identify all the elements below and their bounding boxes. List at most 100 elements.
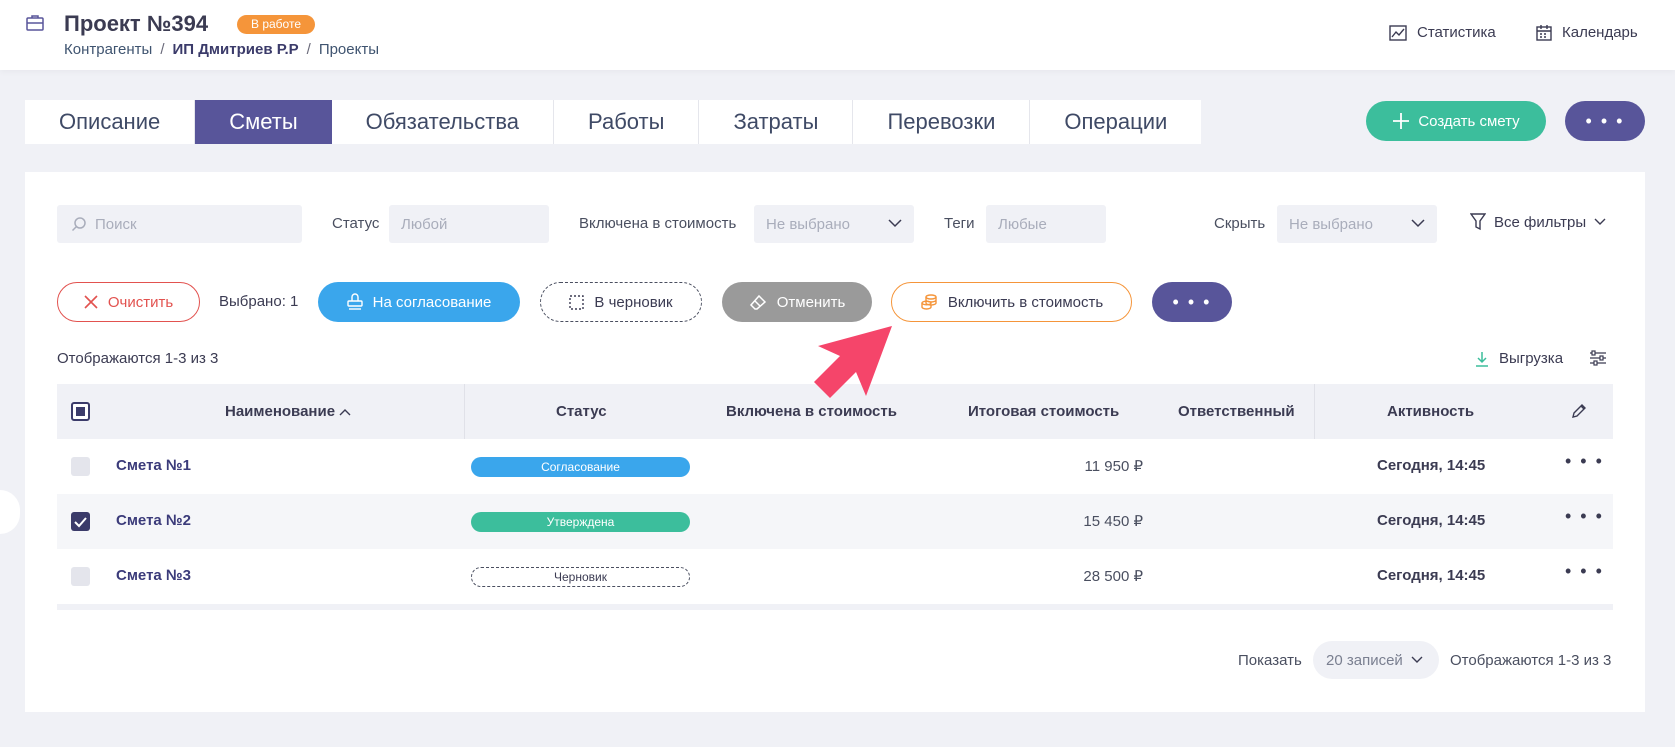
tags-filter[interactable]: Любые	[986, 205, 1106, 243]
include-in-cost-button[interactable]: Включить в стоимость	[891, 282, 1132, 322]
breadcrumb: Контрагенты / ИП Дмитриев Р.Р / Проекты	[64, 41, 379, 58]
cancel-label: Отменить	[776, 293, 846, 311]
row-checkbox[interactable]	[71, 457, 90, 476]
total-cost: 28 500 ₽	[1083, 568, 1143, 585]
row-more-button[interactable]: • • •	[1565, 561, 1604, 582]
all-filters-button[interactable]: Все фильтры	[1470, 213, 1606, 231]
tab-works[interactable]: Работы	[554, 100, 700, 144]
breadcrumb-separator: /	[306, 41, 311, 58]
breadcrumb-separator: /	[160, 41, 165, 58]
calendar-label: Календарь	[1562, 24, 1638, 41]
status-badge: Черновик	[471, 567, 690, 587]
chart-icon	[1389, 24, 1407, 41]
breadcrumb-item-projects[interactable]: Проекты	[319, 41, 379, 58]
row-more-button[interactable]: • • •	[1565, 506, 1604, 527]
bulk-more-button[interactable]: • • •	[1152, 282, 1232, 322]
included-filter-label: Включена в стоимость	[579, 215, 737, 232]
column-header-total[interactable]: Итоговая стоимость	[968, 403, 1119, 420]
stats-link[interactable]: Статистика	[1389, 24, 1496, 41]
column-header-responsible[interactable]: Ответственный	[1178, 403, 1295, 420]
export-button[interactable]: Выгрузка	[1475, 350, 1563, 367]
send-for-approval-button[interactable]: На согласование	[318, 282, 520, 322]
estimate-name[interactable]: Смета №2	[116, 512, 191, 529]
column-divider	[464, 384, 465, 439]
coins-icon	[921, 294, 937, 310]
included-filter-value: Не выбрано	[766, 215, 850, 233]
edit-columns-icon[interactable]	[1571, 403, 1587, 419]
table-row[interactable]: Смета №2 Утверждена 15 450 ₽ Сегодня, 14…	[57, 494, 1613, 549]
download-icon	[1476, 351, 1488, 367]
create-estimate-label: Создать смету	[1418, 112, 1520, 130]
breadcrumb-item-company[interactable]: ИП Дмитриев Р.Р	[173, 41, 299, 58]
tab-description[interactable]: Описание	[25, 100, 196, 144]
all-filters-label: Все фильтры	[1494, 213, 1587, 231]
tab-obligations[interactable]: Обязательства	[332, 100, 555, 144]
calendar-link[interactable]: Календарь	[1536, 24, 1638, 41]
page-title: Проект №394	[64, 11, 209, 36]
search-input[interactable]: Поиск	[57, 205, 302, 243]
more-actions-button[interactable]: • • •	[1565, 101, 1645, 141]
column-header-activity[interactable]: Активность	[1387, 403, 1474, 420]
table-row[interactable]: Смета №1 Согласование 11 950 ₽ Сегодня, …	[57, 439, 1613, 494]
briefcase-icon	[26, 15, 44, 31]
pointer-arrow-icon	[814, 326, 892, 398]
to-draft-button[interactable]: В черновик	[540, 282, 702, 322]
column-header-status[interactable]: Статус	[556, 403, 607, 420]
estimate-name[interactable]: Смета №3	[116, 567, 191, 584]
stamp-icon	[346, 293, 363, 310]
plus-icon	[1393, 113, 1410, 129]
page-size-select[interactable]: 20 записей	[1313, 641, 1439, 679]
search-placeholder: Поиск	[95, 215, 137, 233]
status-badge: Утверждена	[471, 512, 690, 532]
tab-bar: Описание Сметы Обязательства Работы Затр…	[25, 100, 1202, 144]
row-checkbox[interactable]	[71, 567, 90, 586]
cancel-button[interactable]: Отменить	[722, 282, 872, 322]
column-settings-icon[interactable]	[1589, 350, 1607, 366]
hide-filter[interactable]: Не выбрано	[1277, 205, 1437, 243]
hide-filter-label: Скрыть	[1214, 215, 1266, 232]
calendar-icon	[1536, 24, 1552, 41]
stats-label: Статистика	[1417, 24, 1496, 41]
table-row[interactable]: Смета №3 Черновик 28 500 ₽ Сегодня, 14:4…	[57, 549, 1613, 604]
pagination-info: Отображаются 1-3 из 3	[1450, 652, 1612, 669]
status-badge: Согласование	[471, 457, 690, 477]
row-checkbox[interactable]	[71, 512, 90, 531]
close-icon	[84, 295, 98, 309]
chevron-down-icon	[1594, 218, 1606, 225]
filter-icon	[1470, 213, 1486, 231]
tab-operations[interactable]: Операции	[1030, 100, 1201, 144]
side-handle[interactable]	[0, 490, 20, 534]
create-estimate-button[interactable]: Создать смету	[1366, 101, 1546, 141]
total-cost: 15 450 ₽	[1083, 513, 1143, 530]
selected-count: Выбрано: 1	[219, 293, 299, 310]
select-all-checkbox[interactable]	[71, 402, 90, 421]
clear-button[interactable]: Очистить	[57, 282, 200, 322]
tags-filter-label: Теги	[944, 215, 975, 232]
export-label: Выгрузка	[1499, 350, 1564, 367]
dashed-square-icon	[569, 294, 585, 310]
column-name-label: Наименование	[225, 403, 336, 420]
tab-costs[interactable]: Затраты	[699, 100, 854, 144]
hide-filter-value: Не выбрано	[1289, 215, 1373, 233]
check-icon	[74, 517, 87, 528]
total-cost: 11 950 ₽	[1084, 458, 1143, 475]
tab-estimates[interactable]: Сметы	[195, 100, 332, 144]
breadcrumb-item-contractors[interactable]: Контрагенты	[64, 41, 152, 58]
sort-up-icon	[339, 409, 351, 416]
column-divider	[1314, 384, 1315, 439]
chevron-down-icon	[888, 219, 902, 228]
table-scrollbar[interactable]	[57, 604, 1613, 610]
column-header-included[interactable]: Включена в стоимость	[726, 403, 897, 420]
included-filter[interactable]: Не выбрано	[754, 205, 914, 243]
eraser-icon	[749, 294, 766, 310]
estimate-name[interactable]: Смета №1	[116, 457, 191, 474]
column-header-name[interactable]: Наименование	[225, 403, 351, 420]
row-more-button[interactable]: • • •	[1565, 451, 1604, 472]
tab-transport[interactable]: Перевозки	[853, 100, 1031, 144]
activity-time: Сегодня, 14:45	[1377, 457, 1486, 474]
status-filter[interactable]: Любой	[389, 205, 549, 243]
chevron-down-icon	[1411, 219, 1425, 228]
to-draft-label: В черновик	[594, 293, 673, 311]
clear-label: Очистить	[107, 293, 174, 311]
include-in-cost-label: Включить в стоимость	[947, 293, 1104, 311]
